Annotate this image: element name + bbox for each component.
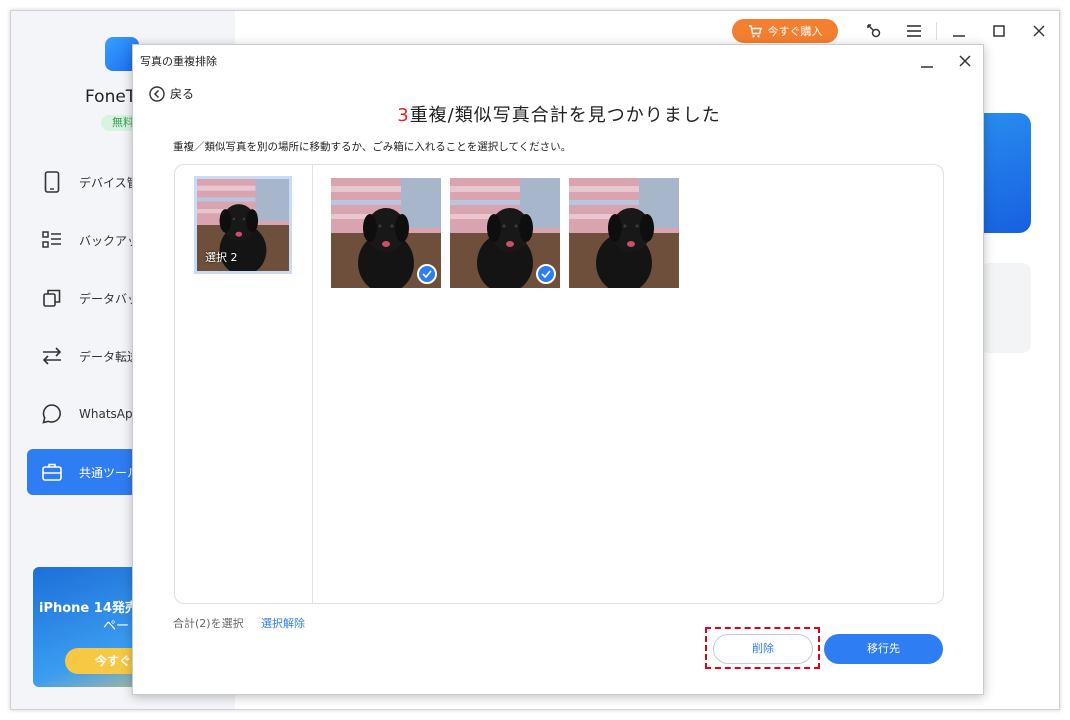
dialog-title: 写真の重複排除	[140, 55, 217, 68]
dialog-minimize-button[interactable]	[915, 51, 939, 75]
photo-item[interactable]	[569, 178, 679, 288]
deselect-link[interactable]: 選択解除	[261, 615, 305, 631]
key-icon	[867, 24, 881, 38]
minimize-icon	[921, 66, 933, 68]
photo-item[interactable]	[331, 178, 441, 288]
result-headline: 3重複/類似写真合計を見つかりました	[133, 101, 985, 127]
menu-button[interactable]	[894, 19, 934, 43]
photo-dog-image	[569, 178, 679, 288]
copy-icon	[41, 287, 63, 309]
sidebar-item-label: 共通ツール	[79, 465, 140, 480]
maximize-button[interactable]	[979, 19, 1019, 43]
dialog-close-button[interactable]	[953, 49, 977, 73]
buy-now-label: 今すぐ購入	[767, 25, 823, 38]
sidebar-item-label: バックアッ	[79, 233, 140, 248]
key-button[interactable]	[854, 19, 894, 43]
close-icon	[1033, 25, 1045, 37]
transfer-icon	[41, 345, 63, 367]
back-label: 戻る	[170, 87, 195, 101]
group-thumbnail[interactable]: 選択 2	[194, 176, 292, 274]
feature-card-secondary	[981, 263, 1031, 353]
dedupe-dialog: 写真の重複排除 戻る 3重複/類似写真合計を見つかりました 重複／類似写真を別の…	[132, 44, 984, 695]
close-button[interactable]	[1019, 19, 1059, 43]
duplicate-count: 3	[397, 105, 410, 126]
delete-button[interactable]: 削除	[713, 634, 813, 664]
app-name: FoneT	[85, 87, 137, 107]
cart-icon	[748, 24, 762, 37]
instruction-text: 重複／類似写真を別の場所に移動するか、ごみ箱に入れることを選択してください。	[173, 141, 572, 153]
sidebar-item-label: データ転送	[79, 349, 140, 364]
headline-text: 重複/類似写真合計を見つかりました	[409, 105, 721, 126]
chat-bubble-icon	[41, 403, 63, 425]
close-icon	[959, 55, 971, 67]
sidebar-item-label: データバッ	[79, 291, 140, 306]
list-icon	[41, 229, 63, 251]
toolbar-divider	[936, 22, 937, 40]
photo-item[interactable]	[450, 178, 560, 288]
buy-now-button[interactable]: 今すぐ購入	[732, 19, 838, 43]
top-bar: 今すぐ購入	[732, 17, 1059, 45]
minimize-icon	[953, 35, 965, 37]
menu-icon	[907, 25, 921, 37]
minimize-button[interactable]	[939, 19, 979, 43]
duplicates-panel: 選択 2	[174, 164, 944, 604]
photo-grid	[331, 178, 679, 288]
group-list: 選択 2	[175, 165, 313, 603]
back-button[interactable]: 戻る	[149, 85, 194, 102]
group-label: 選択 2	[205, 251, 238, 264]
toolbox-icon	[41, 461, 63, 483]
maximize-icon	[993, 25, 1005, 37]
back-arrow-icon	[149, 85, 165, 102]
promo-subtitle: ペー	[103, 619, 130, 634]
move-to-button[interactable]: 移行先	[824, 634, 943, 664]
check-icon[interactable]	[417, 264, 437, 284]
promo-title: iPhone 14発売	[39, 601, 138, 616]
check-icon[interactable]	[536, 264, 556, 284]
phone-icon	[41, 171, 63, 193]
sidebar-item-label: デバイス管	[79, 175, 139, 190]
selection-summary: 合計(2)を選択	[173, 617, 244, 630]
